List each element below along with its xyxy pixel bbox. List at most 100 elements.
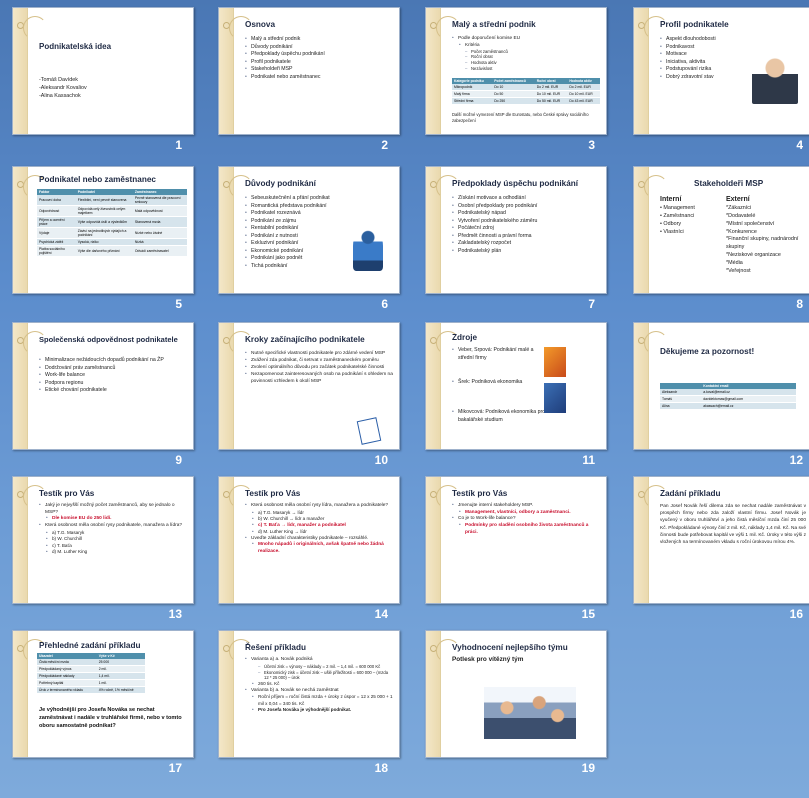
slide-canvas[interactable]: Profil podnikateleAspekt dlouhodobostiPo… (633, 7, 809, 135)
table-cell: Předpokládaný výnos (37, 665, 97, 673)
slide-title: Děkujeme za pozornost! (660, 347, 755, 356)
bullet-item: Počáteční zdroj (452, 225, 600, 233)
table-cell: Závisí na jednotlivých výdajích a podnik… (75, 227, 133, 239)
slide-thumbnail[interactable]: Společenská odpovědnost podnikatele Minim… (12, 322, 194, 472)
slide-thumbnail[interactable]: Osnova Malý a střední podnikDůvody podnik… (218, 7, 400, 157)
table-cell: akassach@email.cz (701, 402, 796, 410)
slide-canvas[interactable]: Testík pro Vás Jmenujte interní stakehold… (425, 476, 607, 604)
table-row: Potřebný kapitál 1 mil. (37, 679, 145, 687)
task-question: Je výhodnější pro Josefa Nováka se necha… (39, 707, 182, 729)
slide-thumbnail[interactable]: Testík pro Vás Jaký je nejvyšší možný poč… (12, 476, 194, 626)
slide-thumbnail[interactable]: Testík pro Vás Jmenujte interní stakehold… (425, 476, 607, 626)
external-column: Externí *Zákazníci *Dodavatelé *Místní spol… (726, 195, 808, 276)
bullet-item: Iniciativa, aktivita (660, 59, 754, 67)
bullet-item: Důvody podnikání (245, 44, 393, 52)
bullet-list: Minimalizace nežádoucích dopadů podnikán… (39, 357, 187, 395)
slide-canvas[interactable]: Podnikatelská idea -Tomáš Davídek -Aleksan… (12, 7, 194, 135)
bullet-item: Podnikání ze zájmu (245, 218, 349, 226)
bullet-item: Rentabilní podnikání (245, 225, 349, 233)
bullet-item: Roční příjem = roční čistá mzda + úroky … (245, 694, 393, 707)
bullet-list: Sebeuskutečnění a přání podnikatRomantic… (245, 195, 349, 270)
table-cell: Nízká (132, 238, 187, 246)
slide-canvas[interactable]: Zdroje Veber, Srpová: Podnikání malé a st… (425, 322, 607, 450)
slide-canvas[interactable]: Děkujeme za pozornost! Kontaktní email Ale… (633, 322, 809, 450)
table-cell: Stanovená mzda (132, 216, 187, 228)
table-row: Platba sociálního pojištění Výše dle daňo… (37, 245, 187, 257)
decorative-curl (23, 16, 47, 40)
bullet-item: Která osobnost měla osobní rysy podnikat… (39, 523, 187, 530)
slide-thumbnail[interactable]: Řešení příkladu Varianta a) a. Novák podn… (218, 630, 400, 780)
bullet-item: d) M. Luther King (39, 549, 187, 556)
bullet-item: Vytvoření podnikatelského záměru (452, 218, 600, 226)
slide-thumbnail[interactable]: Přehledné zadání příkladu Ukazatel Výše v … (12, 630, 194, 780)
slide-canvas[interactable]: Testík pro Vás Která osobnost měla osobní… (218, 476, 400, 604)
table-row: Střední firma Do 250 Do 50 mil. EUR Do 43 m… (452, 97, 600, 105)
slide-thumbnail[interactable]: Děkujeme za pozornost! Kontaktní email Ale… (633, 322, 809, 472)
table-cell: Malá odpovědnost (132, 205, 187, 217)
table-cell: Střední firma (452, 97, 493, 105)
bullet-list: Veber, Srpová: Podnikání malé a střední … (452, 347, 546, 362)
table-cell: 1,4 mil. (96, 672, 145, 680)
slide-thumbnail[interactable]: Zadání příkladu Pan Josef Novák řeší dile… (633, 476, 809, 626)
table-cell: Do 50 (492, 90, 535, 98)
slide-thumbnail[interactable]: Podnikatel nebo zaměstnanec Faktor Podnika… (12, 166, 194, 316)
slide-thumbnail[interactable]: Podnikatelská idea -Tomáš Davídek -Aleksan… (12, 7, 194, 157)
author-line: -Tomáš Davídek (39, 77, 78, 83)
slide-thumbnail[interactable]: Zdroje Veber, Srpová: Podnikání malé a st… (425, 322, 607, 472)
bullet-item: Nezávislost (452, 66, 600, 72)
slide-number: 8 (796, 297, 803, 311)
slide-number: 11 (582, 453, 595, 467)
bullet-item: Podnikání z nutnosti (245, 233, 349, 241)
slide-title: Malý a střední podnik (452, 20, 536, 29)
slide-thumbnail[interactable]: Předpoklady úspěchu podnikání Získání mot… (425, 166, 607, 316)
slide-thumbnail[interactable]: Vyhodnocení nejlepšího týmu Potlesk pro v… (425, 630, 607, 780)
bullet-item: Podstupování rizika (660, 66, 754, 74)
slide-thumbnail[interactable]: Malý a střední podnik Podle doporučení ko… (425, 7, 607, 157)
slide-canvas[interactable]: Zadání příkladu Pan Josef Novák řeší dile… (633, 476, 809, 604)
bullet-item: Podnikatelský plán (452, 248, 600, 256)
table-cell: Odpovědnost (37, 205, 76, 217)
slide-title: Zdroje (452, 333, 478, 342)
table-cell: Úrok z termínovaného vkladu (37, 686, 97, 694)
slide-thumbnail[interactable]: Profil podnikateleAspekt dlouhodobostiPo… (633, 7, 809, 157)
bullet-item: Exkluzivní podnikání (245, 240, 349, 248)
external-item: *Místní společenství (726, 220, 775, 227)
bullet-item: Získání motivace a odhodlání (452, 195, 600, 203)
bullet-item: Podpora regionu (39, 380, 187, 388)
bullet-item: Profil podnikatele (245, 59, 393, 67)
slide-number: 9 (175, 453, 182, 467)
bullet-item: Ekonomický zisk = účetní zisk – ušlé pří… (245, 670, 393, 682)
slide-number: 5 (175, 297, 182, 311)
slide-thumbnail[interactable]: Důvody podnikání Sebeuskutečnění a přání … (218, 166, 400, 316)
slide-number: 16 (789, 607, 803, 621)
bullet-list: Nutné specifické vlastnosti podnikatele … (245, 351, 393, 386)
slide-canvas[interactable]: Testík pro Vás Jaký je nejvyšší možný poč… (12, 476, 194, 604)
bullet-item: Sebeuskutečnění a přání podnikat (245, 195, 349, 203)
slide-title: Podnikatel nebo zaměstnanec (39, 175, 156, 184)
internal-item: • Zaměstnanci (660, 212, 695, 219)
slide-thumbnail[interactable]: Testík pro Vás Která osobnost měla osobní… (218, 476, 400, 626)
slide-canvas[interactable]: Malý a střední podnik Podle doporučení ko… (425, 7, 607, 135)
slide-canvas[interactable]: Důvody podnikání Sebeuskutečnění a přání … (218, 166, 400, 294)
slide-canvas[interactable]: Společenská odpovědnost podnikatele Minim… (12, 322, 194, 450)
slide-canvas[interactable]: Osnova Malý a střední podnikDůvody podnik… (218, 7, 400, 135)
bullet-item: Aspekt dlouhodobosti (660, 36, 754, 44)
bullet-item: Předmět činnosti a právní forma (452, 233, 600, 241)
slide-canvas[interactable]: Podnikatel nebo zaměstnanec Faktor Podnika… (12, 166, 194, 294)
bullet-item: Jaký je nejvyšší možný počet zaměstnanců… (39, 503, 187, 516)
slide-canvas[interactable]: Vyhodnocení nejlepšího týmu Potlesk pro v… (425, 630, 607, 758)
slide-canvas[interactable]: Řešení příkladu Varianta a) a. Novák podn… (218, 630, 400, 758)
slide-canvas[interactable]: Přehledné zadání příkladu Ukazatel Výše v … (12, 630, 194, 758)
table-row: Předpokládané náklady 1,4 mil. (37, 672, 145, 680)
slide-canvas[interactable]: Kroky začínajícího podnikatele Nutné spec… (218, 322, 400, 450)
external-item: *Neziskové organizace (726, 252, 781, 259)
slide-canvas[interactable]: Stakeholdeři MSP Interní • Management • Zam… (633, 166, 809, 294)
slide-canvas[interactable]: Předpoklady úspěchu podnikání Získání mot… (425, 166, 607, 294)
table-cell: Předpokládané náklady (37, 672, 97, 680)
slide-number: 10 (374, 453, 388, 467)
slide-thumbnail[interactable]: Stakeholdeři MSP Interní • Management • Zam… (633, 166, 809, 316)
slide-thumbnail[interactable]: Kroky začínajícího podnikatele Nutné spec… (218, 322, 400, 472)
bullet-item: Podnikání jako podnět (245, 255, 349, 263)
bullet-item: Osobní předpoklady pro podnikání (452, 203, 600, 211)
checklist-clipart (356, 417, 382, 445)
